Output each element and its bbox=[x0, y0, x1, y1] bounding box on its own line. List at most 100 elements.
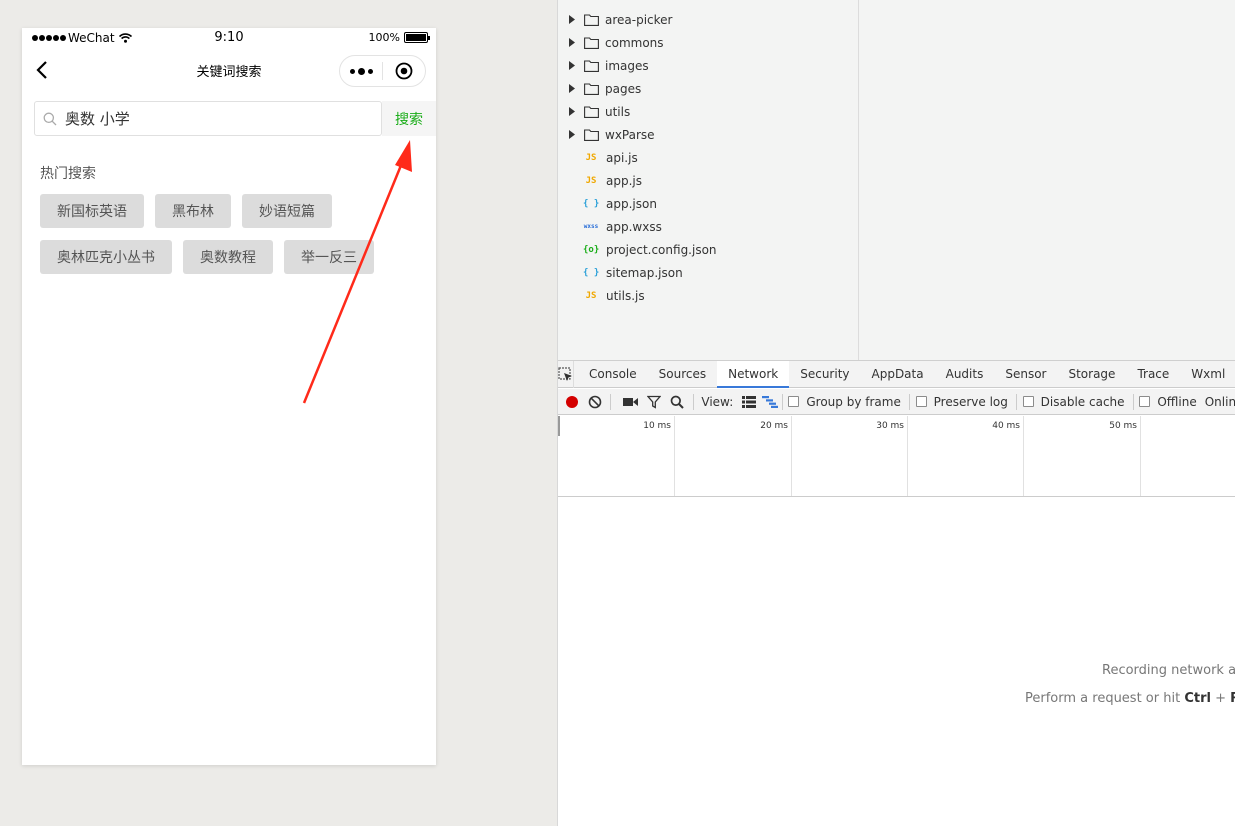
checkbox-box bbox=[915, 396, 927, 407]
tab-network[interactable]: Network bbox=[717, 360, 790, 388]
record-button[interactable] bbox=[562, 389, 581, 414]
close-miniprogram-button[interactable] bbox=[383, 56, 425, 86]
file-name: sitemap.json bbox=[606, 265, 683, 280]
search-input[interactable] bbox=[65, 102, 375, 135]
preserve-log-checkbox[interactable]: Preserve log bbox=[915, 395, 1008, 409]
file-item[interactable]: JS utils.js bbox=[558, 284, 858, 307]
file-type-icon: wxss bbox=[583, 223, 599, 230]
folder-name: commons bbox=[605, 35, 664, 50]
timeline-gridline bbox=[674, 416, 675, 496]
file-item[interactable]: JS api.js bbox=[558, 146, 858, 169]
tag-row: 新国标英语 黑布林 妙语短篇 bbox=[40, 194, 420, 228]
battery-icon bbox=[404, 32, 430, 43]
filter-icon bbox=[646, 395, 661, 409]
folder-icon bbox=[584, 36, 599, 49]
waterfall-view-button[interactable] bbox=[760, 389, 779, 414]
checkbox-box bbox=[1022, 396, 1034, 407]
folder-icon bbox=[584, 128, 599, 141]
checkbox-box bbox=[788, 396, 800, 407]
disable-cache-checkbox[interactable]: Disable cache bbox=[1022, 395, 1125, 409]
file-name: utils.js bbox=[606, 288, 645, 303]
file-item[interactable]: { } app.json bbox=[558, 192, 858, 215]
folder-icon bbox=[584, 82, 599, 95]
timeline-gridline bbox=[907, 416, 908, 496]
editor-area bbox=[859, 0, 1235, 360]
toolbar-divider bbox=[908, 393, 910, 410]
devtools-tabs: Console Sources Network Security AppData Audi… bbox=[558, 360, 1235, 388]
ide-panel: area-picker commons images pages utils wxPars… bbox=[557, 0, 1235, 826]
file-type-icon: JS bbox=[585, 290, 597, 301]
tag-row: 奥林匹克小丛书 奥数教程 举一反三 bbox=[40, 240, 420, 274]
tab-console[interactable]: Console bbox=[578, 361, 648, 388]
hot-tag[interactable]: 新国标英语 bbox=[40, 194, 144, 228]
hot-tag[interactable]: 举一反三 bbox=[284, 240, 374, 274]
network-timeline: 10 ms20 ms30 ms40 ms50 ms6 bbox=[558, 416, 1235, 497]
timeline-tick-label: 10 ms bbox=[643, 421, 671, 431]
waterfall-icon bbox=[761, 395, 778, 408]
timeline-tick-label: 30 ms bbox=[876, 421, 904, 431]
list-view-icon bbox=[741, 395, 756, 408]
record-icon bbox=[565, 395, 578, 408]
capsule-menu bbox=[339, 55, 426, 87]
battery-fill bbox=[406, 34, 426, 41]
hot-tag[interactable]: 奥数教程 bbox=[183, 240, 273, 274]
nav-bar: 关键词搜索 bbox=[22, 48, 436, 92]
folder-item[interactable]: commons bbox=[558, 31, 858, 54]
timeline-gridline bbox=[791, 416, 792, 496]
file-name: project.config.json bbox=[606, 242, 717, 257]
folder-name: wxParse bbox=[605, 127, 655, 142]
magnifier-icon bbox=[670, 395, 684, 409]
hot-tag[interactable]: 妙语短篇 bbox=[242, 194, 332, 228]
video-camera-icon bbox=[623, 397, 639, 406]
filter-button[interactable] bbox=[644, 389, 663, 414]
tab-appdata[interactable]: AppData bbox=[861, 361, 935, 388]
perform-request-message: Perform a request or hit Ctrl + R to bbox=[1025, 691, 1235, 706]
tab-sources[interactable]: Sources bbox=[648, 361, 717, 388]
file-item[interactable]: {o} project.config.json bbox=[558, 238, 858, 261]
clear-button[interactable] bbox=[585, 389, 604, 414]
caret-right-icon bbox=[569, 84, 581, 93]
target-close-icon bbox=[395, 62, 413, 80]
toolbar-divider bbox=[1015, 393, 1017, 410]
tab-audits[interactable]: Audits bbox=[935, 361, 995, 388]
toolbar-divider bbox=[610, 393, 612, 410]
file-item[interactable]: { } sitemap.json bbox=[558, 261, 858, 284]
tab-storage[interactable]: Storage bbox=[1057, 361, 1126, 388]
file-name: app.json bbox=[606, 196, 657, 211]
file-tree: area-picker commons images pages utils wxPars… bbox=[558, 0, 859, 360]
capture-screenshots-button[interactable] bbox=[621, 389, 640, 414]
file-item[interactable]: JS app.js bbox=[558, 169, 858, 192]
group-by-frame-checkbox[interactable]: Group by frame bbox=[788, 395, 901, 409]
hot-tag[interactable]: 奥林匹克小丛书 bbox=[40, 240, 172, 274]
view-label: View: bbox=[701, 394, 734, 409]
tab-trace[interactable]: Trace bbox=[1126, 361, 1180, 388]
file-item[interactable]: wxss app.wxss bbox=[558, 215, 858, 238]
caret-right-icon bbox=[569, 61, 581, 70]
toolbar-divider bbox=[692, 393, 694, 410]
file-name: api.js bbox=[606, 150, 638, 165]
folder-item[interactable]: utils bbox=[558, 100, 858, 123]
more-button[interactable] bbox=[340, 56, 382, 86]
tab-sensor[interactable]: Sensor bbox=[994, 361, 1057, 388]
search-box bbox=[34, 101, 382, 136]
search-network-button[interactable] bbox=[667, 389, 686, 414]
large-rows-button[interactable] bbox=[739, 389, 758, 414]
timeline-gridline bbox=[1140, 416, 1141, 496]
caret-right-icon bbox=[569, 107, 581, 116]
inspect-element-button[interactable] bbox=[558, 360, 574, 388]
caret-right-icon bbox=[569, 38, 581, 47]
folder-item[interactable]: images bbox=[558, 54, 858, 77]
folder-item[interactable]: pages bbox=[558, 77, 858, 100]
throttling-select[interactable]: Onlin bbox=[1205, 395, 1235, 409]
hot-search-title: 热门搜索 bbox=[40, 166, 96, 182]
tab-security[interactable]: Security bbox=[789, 361, 860, 388]
folder-item[interactable]: wxParse bbox=[558, 123, 858, 146]
caret-right-icon bbox=[569, 130, 581, 139]
tab-wxml[interactable]: Wxml bbox=[1180, 361, 1235, 388]
folder-item[interactable]: area-picker bbox=[558, 8, 858, 31]
folder-icon bbox=[584, 105, 599, 118]
search-button[interactable]: 搜索 bbox=[382, 101, 436, 136]
hot-tag[interactable]: 黑布林 bbox=[155, 194, 231, 228]
caret-right-icon bbox=[569, 15, 581, 24]
offline-checkbox[interactable]: Offline bbox=[1139, 395, 1197, 409]
